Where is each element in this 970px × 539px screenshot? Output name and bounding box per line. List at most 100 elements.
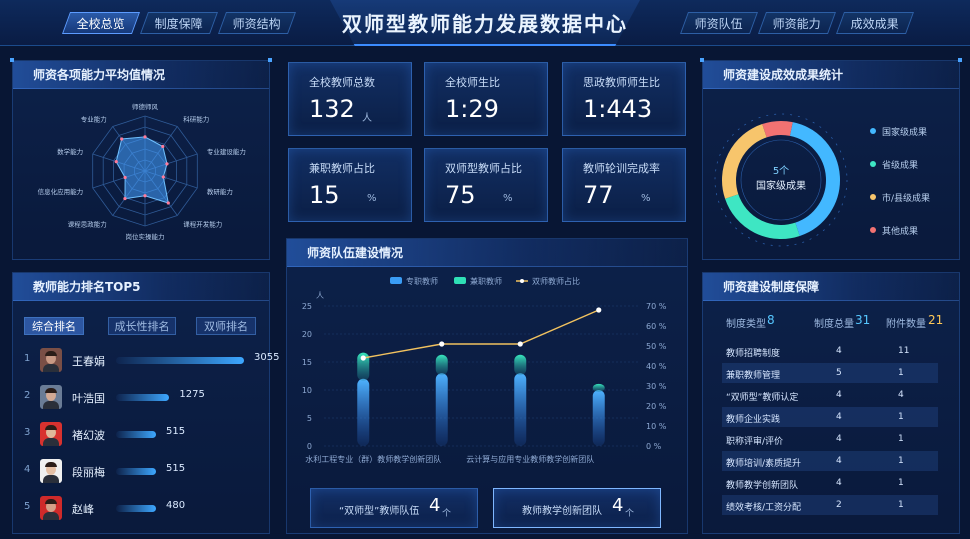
policy-name: 兼职教师管理 xyxy=(726,371,781,381)
radar-axis-label: 课程开发能力 xyxy=(183,220,222,229)
legend-label: 其他成果 xyxy=(882,227,919,237)
rank-bar xyxy=(116,505,156,512)
legend-dot xyxy=(870,194,876,200)
tab-label: 全校总览 xyxy=(76,17,125,31)
bar-fulltime xyxy=(592,390,605,446)
page-title: 双师型教师能力发展数据中心 xyxy=(342,12,628,36)
stat-label: 全校教师总数 xyxy=(309,76,375,89)
stat-label: 兼职教师占比 xyxy=(309,162,375,175)
radar-point xyxy=(143,194,147,198)
line-point xyxy=(360,355,366,361)
bar-fulltime xyxy=(357,378,370,446)
rank-bar xyxy=(116,431,156,438)
tab-label: 成效成果 xyxy=(850,17,899,31)
rank-name: 叶浩国 xyxy=(72,392,105,405)
rank-bar xyxy=(116,357,244,364)
tab-dual-rank[interactable]: 双师排名 xyxy=(196,317,256,335)
radar-point xyxy=(161,175,165,179)
rank-value: 515 xyxy=(166,426,186,437)
legend-label: 省级成果 xyxy=(882,161,919,171)
y-tick-label: 25 xyxy=(302,302,312,311)
tab-overall-rank[interactable]: 综合排名 xyxy=(24,317,84,335)
stat-unit: % xyxy=(503,193,513,204)
rank-value: 515 xyxy=(166,463,186,474)
x-tick-label: 水利工程专业（群）教师教学创新团队 xyxy=(305,454,441,464)
policy-row: 兼职教师管理 5 1 xyxy=(722,363,938,383)
tab-policy[interactable]: 制度保障 xyxy=(139,12,219,34)
legend-swatch xyxy=(454,277,466,284)
y-axis-label: 人 xyxy=(316,291,324,300)
rank-bar xyxy=(116,468,156,475)
rank-name: 王春娟 xyxy=(72,355,105,368)
panel-title: 师资建设制度保障 xyxy=(703,273,959,301)
tab-growth-rank[interactable]: 成长性排名 xyxy=(108,317,176,335)
tab-structure[interactable]: 师资结构 xyxy=(217,12,297,34)
y-tick-label: 0 xyxy=(307,442,312,451)
radar-axis-label: 科研能力 xyxy=(183,114,209,123)
stat-label: 思政教师师生比 xyxy=(583,76,660,89)
rank-bar xyxy=(116,394,170,401)
policy-name: 教师企业实践 xyxy=(726,415,781,425)
line-point xyxy=(596,307,602,313)
legend-label: 兼职教师 xyxy=(470,276,502,286)
card-label: “双师型”教师队伍 xyxy=(339,506,420,517)
y-tick-label: 15 xyxy=(302,358,312,367)
stat-label: 全校师生比 xyxy=(445,76,500,89)
radar-axis-label: 数学能力 xyxy=(57,147,83,156)
card-value: 4 xyxy=(429,495,441,516)
legend-label: 双师教师占比 xyxy=(532,276,580,286)
radar-panel: 师资各项能力平均值情况 师德师风 科研能力 专业建设能力 教研能力 课程开发能力 岗位实操… xyxy=(12,60,270,260)
radar-point xyxy=(123,175,127,180)
rank-number: 5 xyxy=(24,501,31,512)
line-point xyxy=(517,341,523,347)
donut-slice xyxy=(725,194,800,239)
stat-value: 75 xyxy=(445,181,476,209)
policy-name: 教师教学创新团队 xyxy=(726,481,799,491)
policy-row: “双师型”教师认定 4 4 xyxy=(722,385,938,405)
rank-value: 3055 xyxy=(254,352,280,363)
y2-tick-label: 10 % xyxy=(646,422,667,431)
legend-label: 市/县级成果 xyxy=(882,194,931,204)
stat-value: 15 xyxy=(309,181,340,209)
policy-attachments: 1 xyxy=(898,368,904,378)
y2-tick-label: 40 % xyxy=(646,362,667,371)
y2-tick-label: 0 % xyxy=(646,442,662,451)
policy-count: 5 xyxy=(836,368,842,378)
policy-row: 教师招聘制度 4 11 xyxy=(722,341,938,361)
stat-card: 全校师生比 1:29 xyxy=(424,62,548,136)
tab-ability[interactable]: 师资能力 xyxy=(757,12,837,34)
policy-count: 4 xyxy=(836,478,842,488)
card-unit: 个 xyxy=(625,509,635,519)
y-tick-label: 5 xyxy=(307,414,312,423)
tab-results[interactable]: 成效成果 xyxy=(835,12,915,34)
avatar xyxy=(40,385,62,409)
radar-point xyxy=(143,135,147,139)
tab-label: 师资队伍 xyxy=(694,17,743,31)
ranking-row: 5 赵峰 480 xyxy=(24,496,264,520)
rank-name: 褚幻波 xyxy=(72,429,105,442)
corner-accent xyxy=(958,58,962,62)
rank-value: 1275 xyxy=(179,389,205,400)
innovation-team-card: 教师教学创新团队 4 个 xyxy=(493,488,661,528)
policy-count: 2 xyxy=(836,500,842,510)
stat-label: 双师型教师占比 xyxy=(445,162,522,175)
legend-label: 专职教师 xyxy=(406,276,438,286)
policy-count: 4 xyxy=(836,412,842,422)
radar-axis-label: 师德师风 xyxy=(132,102,159,111)
radar-chart: 师德师风科研能力专业建设能力教研能力课程开发能力岗位实操能力 课程思政能力 信息化应… xyxy=(38,102,246,241)
x-tick-label: 云计算与应用专业教师教学创新团队 xyxy=(466,454,594,464)
tab-team[interactable]: 师资队伍 xyxy=(679,12,759,34)
rank-number: 2 xyxy=(24,390,31,401)
rank-number: 1 xyxy=(24,353,31,364)
radar-axis-label: 专业建设能力 xyxy=(207,147,246,156)
bar-parttime xyxy=(435,354,448,376)
tab-overview[interactable]: 全校总览 xyxy=(61,12,141,34)
corner-accent xyxy=(268,58,272,62)
ranking-row: 2 叶浩国 1275 xyxy=(24,385,264,409)
stat-value: 1:443 xyxy=(583,95,653,123)
rank-name: 段丽梅 xyxy=(72,466,105,479)
policy-name: 职称评审/评价 xyxy=(726,437,784,447)
radar-point xyxy=(166,201,170,205)
avatar xyxy=(40,459,62,483)
panel-title: 教师能力排名TOP5 xyxy=(13,273,269,301)
